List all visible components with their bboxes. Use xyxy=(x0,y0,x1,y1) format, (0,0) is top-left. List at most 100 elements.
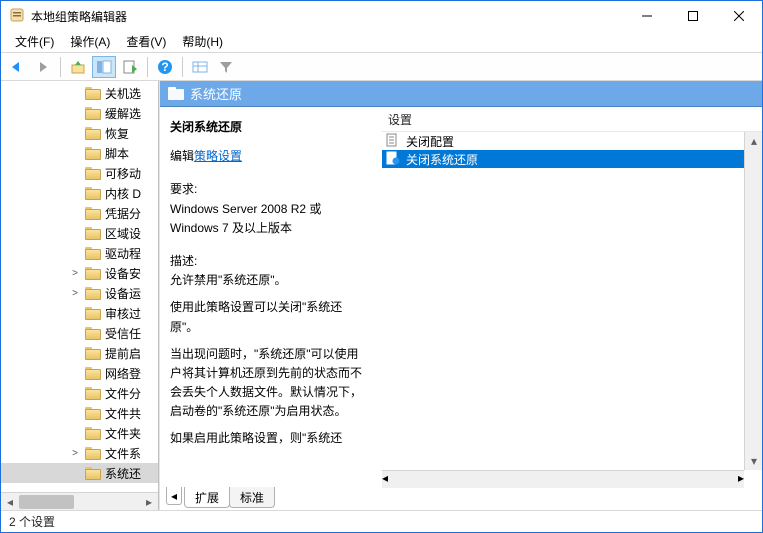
toolbar-separator xyxy=(182,57,183,77)
expander-icon[interactable]: > xyxy=(69,448,81,459)
scroll-right-icon[interactable]: ▸ xyxy=(140,493,158,510)
description-text-4: 如果启用此策略设置，则"系统还 xyxy=(170,429,368,448)
tree-item-label: 凭据分 xyxy=(105,205,141,222)
folder-icon xyxy=(85,467,101,480)
tree-item[interactable]: >网络登 xyxy=(1,363,158,383)
tree-item-label: 驱动程 xyxy=(105,245,141,262)
list-item[interactable]: 关闭系统还原 xyxy=(382,150,762,168)
menu-action[interactable]: 操作(A) xyxy=(62,31,118,52)
tree-item[interactable]: >可移动 xyxy=(1,163,158,183)
all-settings-button[interactable] xyxy=(188,56,212,78)
detail-header-title: 系统还原 xyxy=(190,84,242,103)
filter-button[interactable] xyxy=(214,56,238,78)
tree-item[interactable]: >设备安 xyxy=(1,263,158,283)
tabs: ◂ 扩展 标准 xyxy=(160,488,762,510)
column-header-setting[interactable]: 设置 xyxy=(382,108,762,132)
scroll-up-icon[interactable]: ▴ xyxy=(745,132,763,150)
edit-label: 编辑 xyxy=(170,149,194,163)
list-horizontal-scrollbar[interactable]: ◂ ▸ xyxy=(382,470,744,488)
tree-item-label: 文件共 xyxy=(105,405,141,422)
tree-item-label: 设备运 xyxy=(105,285,141,302)
scroll-down-icon[interactable]: ▾ xyxy=(745,452,763,470)
show-hide-tree-button[interactable] xyxy=(92,56,116,78)
detail-pane: 系统还原 关闭系统还原 编辑策略设置 要求:Windows Server 200… xyxy=(159,81,762,510)
nav-pane: >关机选>缓解选>恢复>脚本>可移动>内核 D>凭据分>区域设>驱动程>设备安>… xyxy=(1,81,159,510)
description-text-3: 当出现问题时，"系统还原"可以使用户将其计算机还原到先前的状态而不会丢失个人数据… xyxy=(170,345,368,422)
toolbar: ? xyxy=(1,53,762,81)
folder-icon xyxy=(85,207,101,220)
statusbar: 2 个设置 xyxy=(1,510,762,532)
up-level-button[interactable] xyxy=(66,56,90,78)
tab-standard[interactable]: 标准 xyxy=(229,487,275,508)
folder-icon xyxy=(85,427,101,440)
tree-item-label: 网络登 xyxy=(105,365,141,382)
tree-item[interactable]: >受信任 xyxy=(1,323,158,343)
folder-icon xyxy=(85,447,101,460)
folder-icon xyxy=(85,347,101,360)
tree[interactable]: >关机选>缓解选>恢复>脚本>可移动>内核 D>凭据分>区域设>驱动程>设备安>… xyxy=(1,81,158,492)
tree-item[interactable]: >恢复 xyxy=(1,123,158,143)
tree-item[interactable]: >内核 D xyxy=(1,183,158,203)
tree-item-label: 区域设 xyxy=(105,225,141,242)
folder-icon xyxy=(85,167,101,180)
tree-item[interactable]: >提前启 xyxy=(1,343,158,363)
folder-icon xyxy=(85,387,101,400)
tree-item[interactable]: >缓解选 xyxy=(1,103,158,123)
scroll-left-icon[interactable]: ◂ xyxy=(1,493,19,510)
scroll-left-icon[interactable]: ◂ xyxy=(382,471,388,485)
requirements-label: 要求: xyxy=(170,182,197,196)
folder-open-icon xyxy=(168,87,184,100)
tab-extended[interactable]: 扩展 xyxy=(184,487,230,508)
tree-item-label: 脚本 xyxy=(105,145,129,162)
setting-title: 关闭系统还原 xyxy=(170,118,368,137)
tree-item[interactable]: >驱动程 xyxy=(1,243,158,263)
content-area: >关机选>缓解选>恢复>脚本>可移动>内核 D>凭据分>区域设>驱动程>设备安>… xyxy=(1,81,762,510)
window: 本地组策略编辑器 文件(F) 操作(A) 查看(V) 帮助(H) ? >关机选>… xyxy=(0,0,763,533)
help-button[interactable]: ? xyxy=(153,56,177,78)
tree-item[interactable]: >凭据分 xyxy=(1,203,158,223)
list-vertical-scrollbar[interactable]: ▴ ▾ xyxy=(744,132,762,470)
nav-horizontal-scrollbar[interactable]: ◂ ▸ xyxy=(1,492,158,510)
close-button[interactable] xyxy=(716,1,762,31)
tree-item[interactable]: >文件分 xyxy=(1,383,158,403)
list-item[interactable]: 关闭配置 xyxy=(382,132,762,150)
description-text-1: 允许禁用"系统还原"。 xyxy=(170,273,287,287)
folder-icon xyxy=(85,107,101,120)
tree-item[interactable]: >脚本 xyxy=(1,143,158,163)
back-button[interactable] xyxy=(5,56,29,78)
forward-button[interactable] xyxy=(31,56,55,78)
tree-item[interactable]: >审核过 xyxy=(1,303,158,323)
tree-item[interactable]: >文件共 xyxy=(1,403,158,423)
tab-scroll-left[interactable]: ◂ xyxy=(166,487,182,505)
edit-policy-link[interactable]: 策略设置 xyxy=(194,149,242,163)
maximize-button[interactable] xyxy=(670,1,716,31)
minimize-button[interactable] xyxy=(624,1,670,31)
expander-icon[interactable]: > xyxy=(69,268,81,279)
scrollbar-thumb[interactable] xyxy=(19,495,74,509)
tree-item[interactable]: >区域设 xyxy=(1,223,158,243)
folder-icon xyxy=(85,147,101,160)
tree-item[interactable]: >关机选 xyxy=(1,83,158,103)
menu-help[interactable]: 帮助(H) xyxy=(174,31,231,52)
tree-item[interactable]: >系统还 xyxy=(1,463,158,483)
tree-item-label: 审核过 xyxy=(105,305,141,322)
tree-item[interactable]: >文件夹 xyxy=(1,423,158,443)
export-list-button[interactable] xyxy=(118,56,142,78)
tree-item[interactable]: > 设备运 xyxy=(1,283,158,303)
app-icon xyxy=(9,7,25,26)
tree-item[interactable]: >文件系 xyxy=(1,443,158,463)
folder-icon xyxy=(85,307,101,320)
tree-item-label: 提前启 xyxy=(105,345,141,362)
svg-text:?: ? xyxy=(161,60,168,74)
list-item-label: 关闭系统还原 xyxy=(406,151,478,168)
folder-icon xyxy=(85,87,101,100)
menu-file[interactable]: 文件(F) xyxy=(7,31,62,52)
settings-list[interactable]: 关闭配置关闭系统还原 xyxy=(382,132,762,488)
menu-view[interactable]: 查看(V) xyxy=(118,31,174,52)
scroll-right-icon[interactable]: ▸ xyxy=(738,471,744,485)
description-label: 描述: xyxy=(170,254,197,268)
expander-icon[interactable]: > xyxy=(69,288,81,299)
policy-set-icon xyxy=(386,151,400,168)
menubar: 文件(F) 操作(A) 查看(V) 帮助(H) xyxy=(1,31,762,53)
tree-item-label: 可移动 xyxy=(105,165,141,182)
